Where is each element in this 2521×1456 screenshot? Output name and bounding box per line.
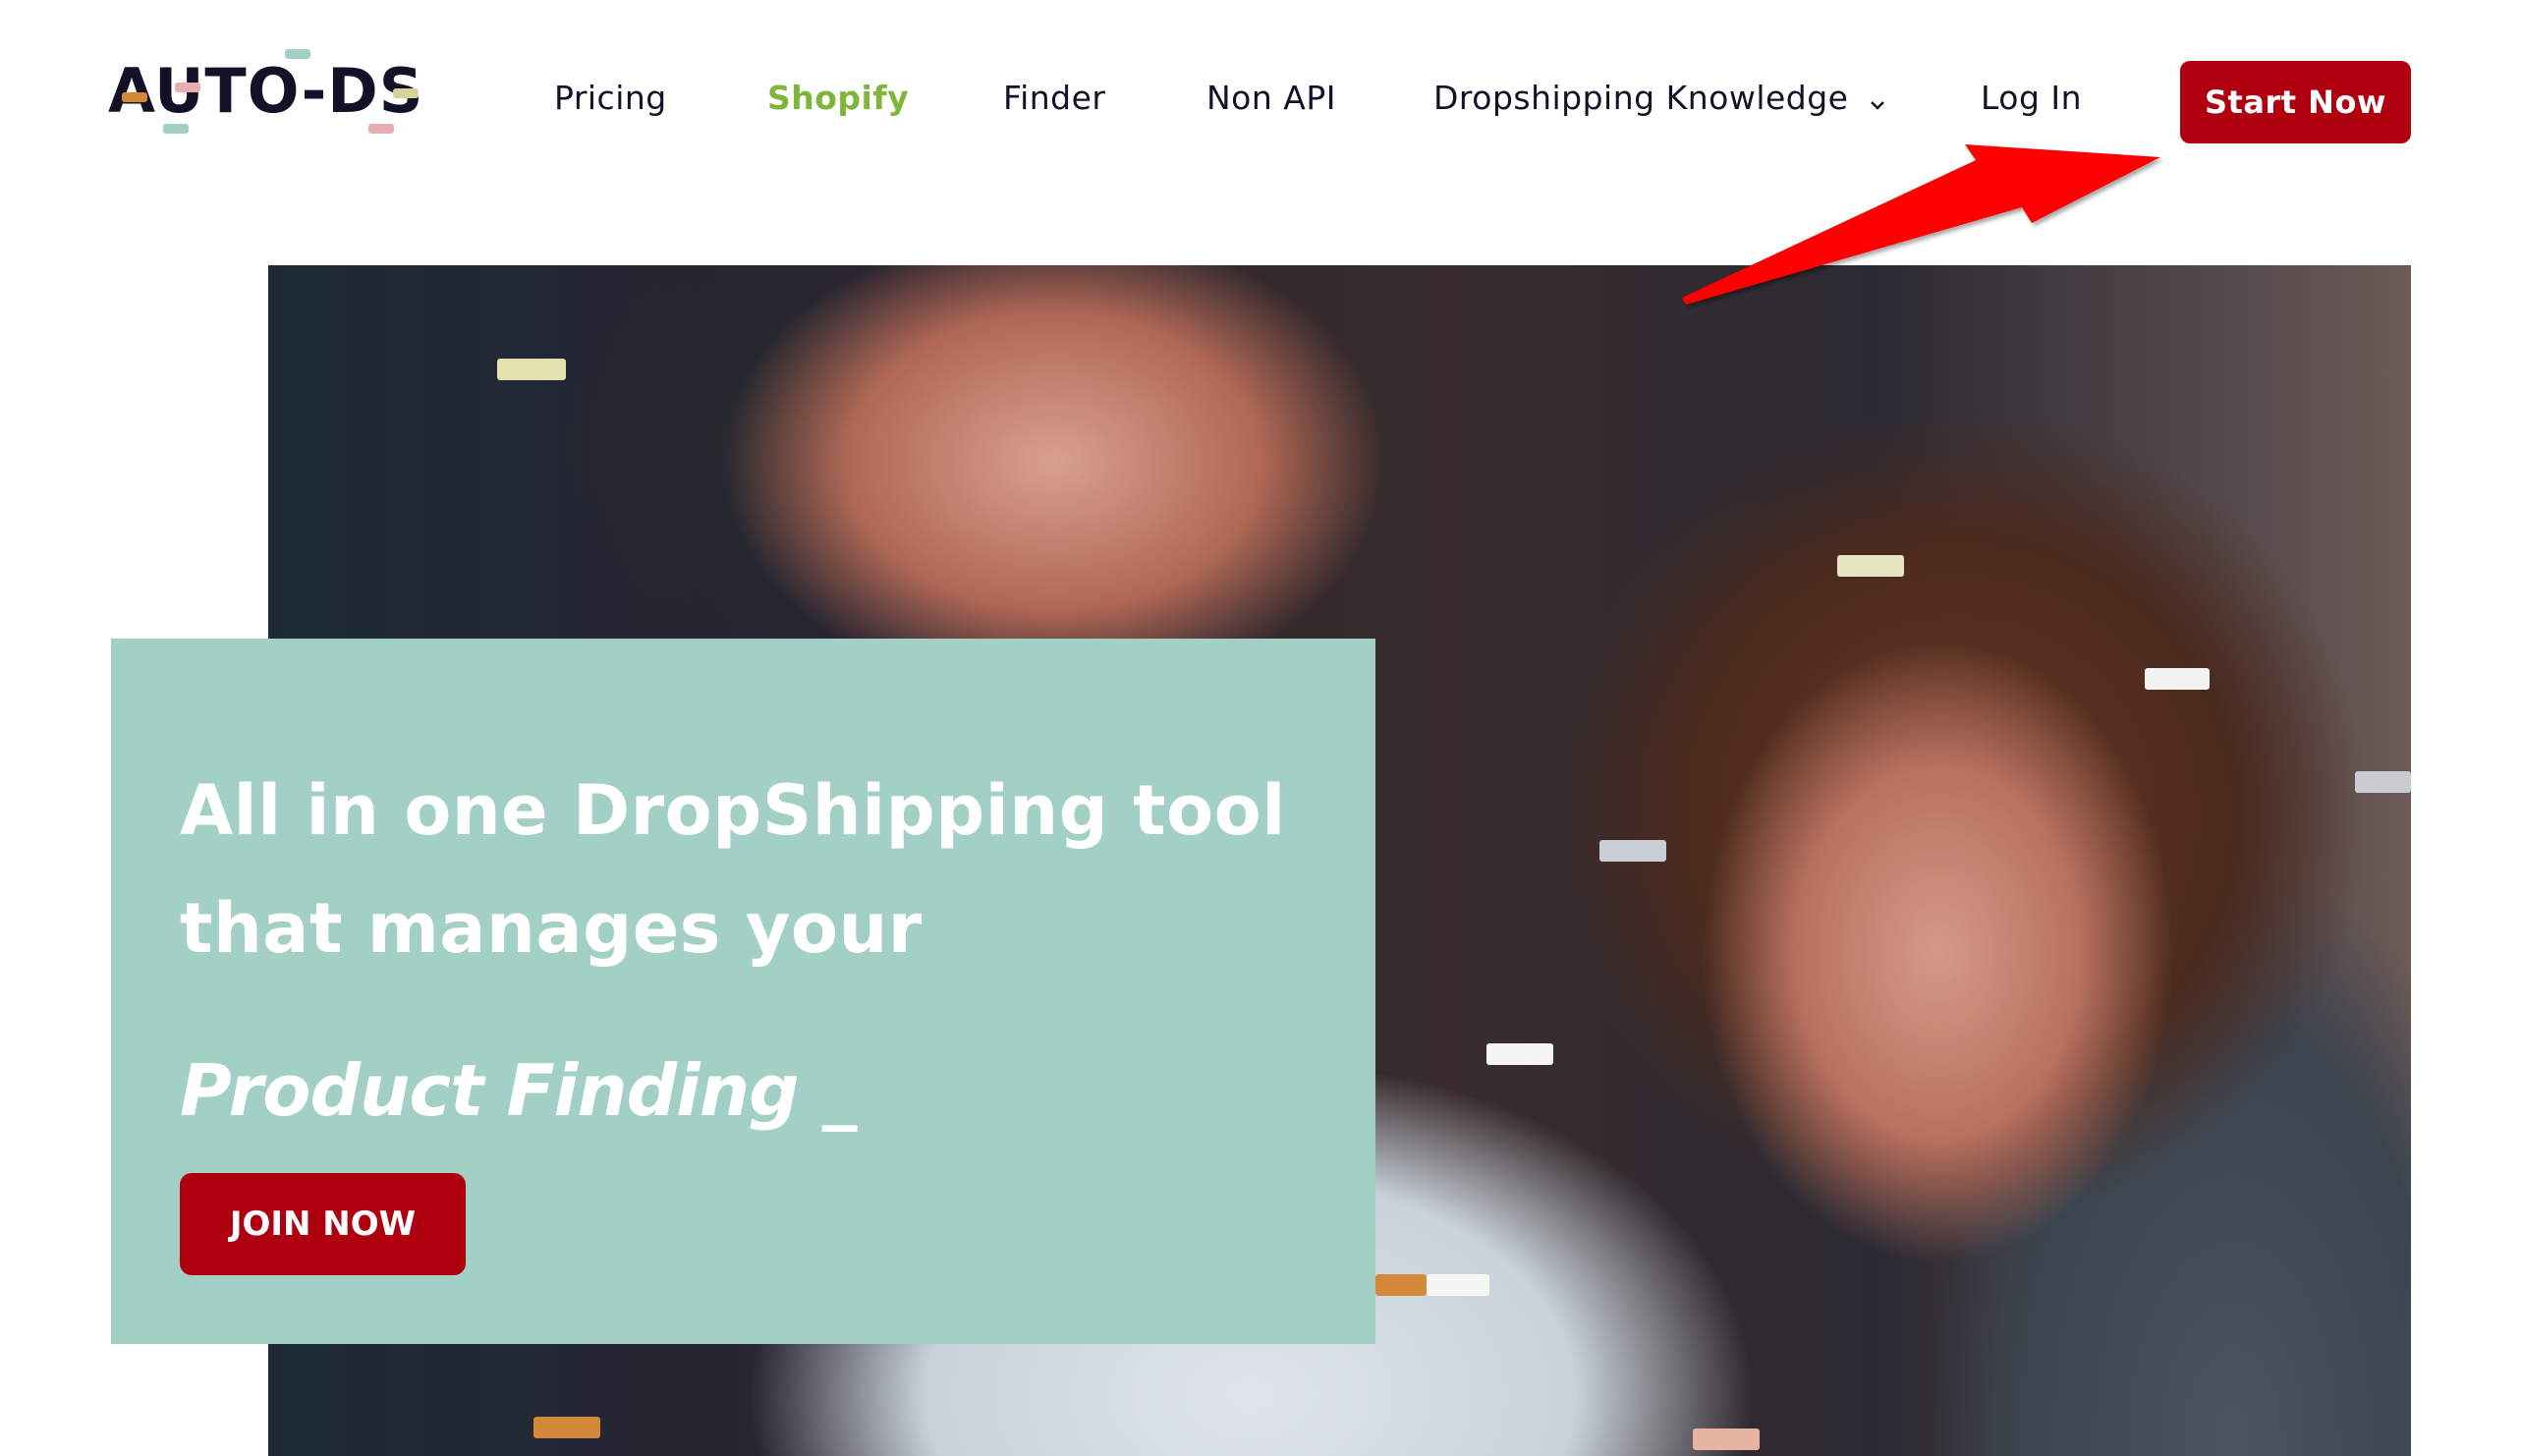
join-now-button[interactable]: JOIN NOW (180, 1173, 466, 1275)
glitch-decoration (2145, 668, 2210, 690)
logo-accent-dash (285, 49, 310, 59)
glitch-decoration (1693, 1428, 1760, 1450)
logo-accent-dash (175, 83, 200, 92)
nav-item-log-in[interactable]: Log In (1981, 71, 2082, 126)
nav-item-pricing[interactable]: Pricing (554, 71, 667, 126)
glitch-decoration (2355, 771, 2411, 793)
logo-accent-dash (163, 124, 189, 134)
nav-item-shopify[interactable]: Shopify (767, 71, 909, 126)
hero-text-panel: All in one DropShipping tool that manage… (111, 639, 1375, 1344)
site-logo[interactable]: AUTO-DS (108, 47, 442, 138)
hero-headline-line-1: All in one DropShipping tool (180, 770, 1286, 851)
logo-accent-dash (368, 124, 394, 134)
glitch-decoration (533, 1417, 600, 1438)
nav-item-dropshipping-knowledge[interactable]: Dropshipping Knowledge (1433, 71, 1886, 128)
glitch-decoration (1375, 1274, 1427, 1296)
glitch-decoration (1837, 555, 1904, 577)
glitch-decoration (1486, 1043, 1553, 1065)
logo-accent-dash (122, 92, 147, 102)
typed-feature-text: Product Finding (180, 1049, 800, 1132)
glitch-decoration (497, 359, 566, 380)
hero-typed-feature: Product Finding _ (180, 1041, 858, 1140)
typing-cursor: _ (821, 1049, 858, 1132)
hero-headline-line-2: that manages your (180, 888, 923, 969)
chevron-down-icon (1869, 73, 1886, 128)
logo-wordmark: AUTO-DS (108, 55, 424, 127)
glitch-decoration (1599, 840, 1666, 862)
logo-accent-dash (393, 88, 419, 98)
start-now-button[interactable]: Start Now (2180, 61, 2411, 143)
nav-item-non-api[interactable]: Non API (1206, 71, 1336, 126)
nav-item-finder[interactable]: Finder (1003, 71, 1105, 126)
glitch-decoration (1427, 1274, 1489, 1296)
nav-item-label: Dropshipping Knowledge (1433, 79, 1849, 117)
